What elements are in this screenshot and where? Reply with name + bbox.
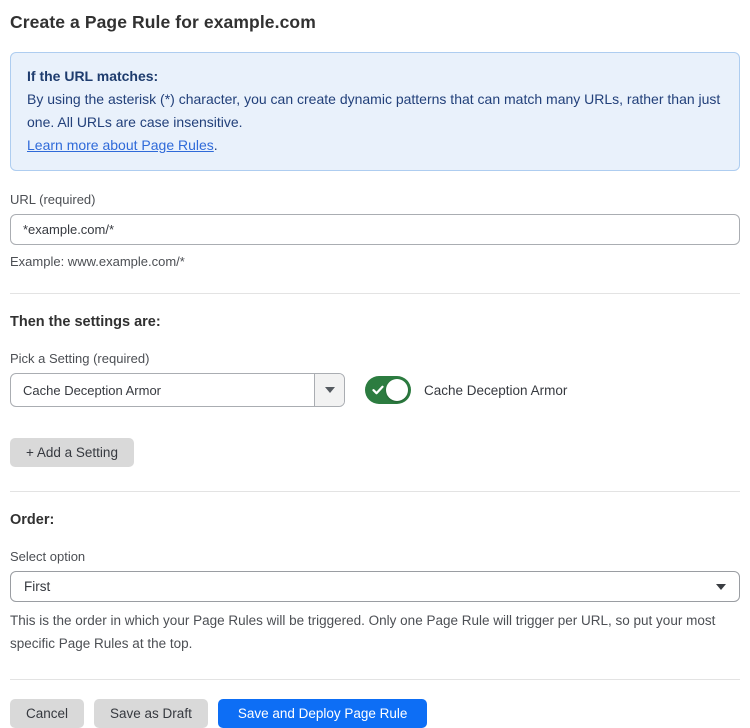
check-icon: [372, 384, 384, 396]
pick-setting-label: Pick a Setting (required): [10, 351, 740, 366]
learn-more-link[interactable]: Learn more about Page Rules: [27, 137, 214, 153]
footer-actions: Cancel Save as Draft Save and Deploy Pag…: [10, 699, 740, 728]
toggle-knob: [386, 379, 408, 401]
info-box-heading: If the URL matches:: [27, 65, 723, 88]
add-setting-button[interactable]: + Add a Setting: [10, 438, 134, 467]
chevron-down-icon: [716, 584, 726, 590]
link-suffix: .: [214, 137, 218, 153]
divider: [10, 293, 740, 294]
save-as-draft-button[interactable]: Save as Draft: [94, 699, 208, 728]
page-title: Create a Page Rule for example.com: [10, 12, 740, 33]
order-select-value: First: [24, 579, 716, 594]
order-helper-text: This is the order in which your Page Rul…: [10, 609, 740, 655]
toggle-label: Cache Deception Armor: [424, 383, 567, 398]
setting-select[interactable]: Cache Deception Armor: [10, 373, 345, 407]
order-select[interactable]: First: [10, 571, 740, 602]
url-matches-info-box: If the URL matches: By using the asteris…: [10, 52, 740, 171]
cancel-button[interactable]: Cancel: [10, 699, 84, 728]
order-select-label: Select option: [10, 549, 740, 564]
setting-select-arrow-button[interactable]: [314, 374, 344, 406]
order-section-heading: Order:: [10, 512, 740, 528]
divider: [10, 491, 740, 492]
info-box-body: By using the asterisk (*) character, you…: [27, 88, 723, 134]
save-and-deploy-button[interactable]: Save and Deploy Page Rule: [218, 699, 428, 728]
url-input[interactable]: [10, 214, 740, 245]
divider: [10, 679, 740, 680]
info-box-link-line: Learn more about Page Rules.: [27, 134, 723, 157]
url-field-label: URL (required): [10, 192, 740, 207]
chevron-down-icon: [325, 387, 335, 393]
setting-select-value: Cache Deception Armor: [11, 374, 314, 406]
settings-section-heading: Then the settings are:: [10, 314, 740, 330]
url-example-helper: Example: www.example.com/*: [10, 254, 740, 269]
setting-row: Cache Deception Armor Cache Deception Ar…: [10, 373, 740, 407]
cache-deception-armor-toggle[interactable]: [365, 376, 411, 404]
